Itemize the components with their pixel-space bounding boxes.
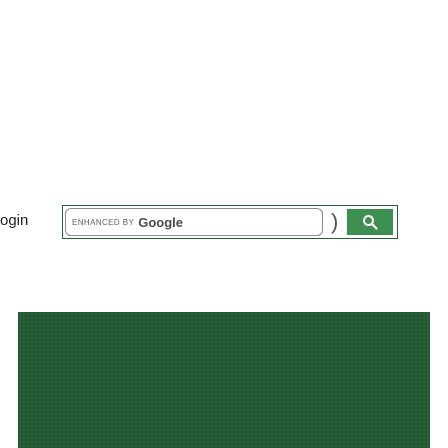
green-content-panel xyxy=(18,312,430,448)
search-field-container[interactable]: ENHANCED BY Google xyxy=(65,208,348,236)
google-brand-label: Google xyxy=(138,214,183,230)
search-button[interactable] xyxy=(347,209,393,235)
login-link[interactable]: ogin xyxy=(0,212,28,230)
page-canvas: ogin ENHANCED BY Google ) xyxy=(0,0,448,448)
search-bracket-decoration: ) xyxy=(331,209,339,234)
search-icon xyxy=(363,215,378,230)
enhanced-by-label: ENHANCED BY xyxy=(72,217,135,227)
search-bar: ENHANCED BY Google ) xyxy=(62,205,398,239)
search-input[interactable] xyxy=(188,211,348,233)
